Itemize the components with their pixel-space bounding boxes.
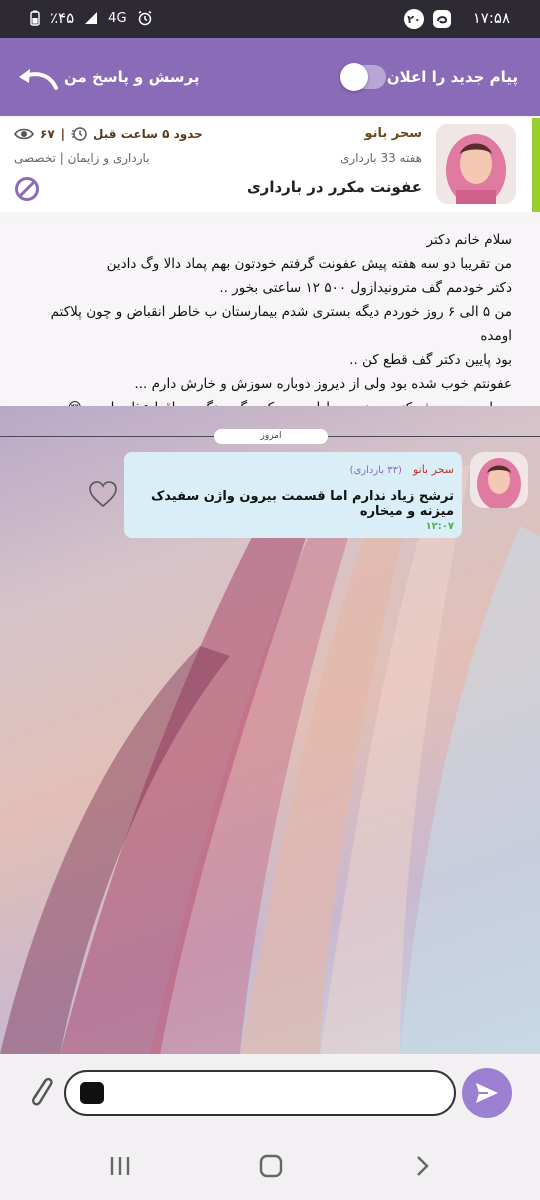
message-bubble[interactable]: سحر بانو (۳۳ بارداری) ترشح زیاد ندارم ام… [124, 452, 462, 538]
message-text: ترشح زیاد ندارم اما قسمت بیرون واژن سفید… [150, 489, 454, 519]
clock-time: ۱۷:۵۸ [472, 9, 510, 27]
chat-area[interactable]: امروز سحر بانو (۳۳ بارداری) ترشح زیاد ند… [0, 406, 540, 1054]
network-type: 4G [108, 10, 127, 26]
paperclip-icon[interactable] [26, 1072, 56, 1112]
block-icon[interactable] [14, 176, 40, 202]
question-card[interactable]: سحر بانو هفته 33 بارداری عفونت مکرر در ب… [0, 118, 540, 212]
author-week: هفته 33 بارداری [339, 151, 422, 165]
status-bar: ٪۴۵ 4G ۲۰ ۱۷:۵۸ [0, 0, 540, 38]
heart-icon[interactable] [88, 480, 118, 508]
sender-avatar[interactable] [470, 452, 528, 508]
recent-apps-icon[interactable] [108, 1154, 132, 1178]
home-icon[interactable] [258, 1154, 284, 1178]
message-sender-week: (۳۳ بارداری) [349, 465, 402, 476]
body-line: من تقریبا دو سه هفته پیش عفونت گرفتم خود… [106, 256, 512, 272]
top-app-bar: پیام جدید را اعلان کن پرسش و پاسخ من [0, 38, 540, 116]
question-meta: ۶۷ | حدود ۵ ساعت قبل [14, 126, 203, 142]
meta-separator: | [60, 127, 66, 141]
message-time: ۱۲:۰۷ [425, 521, 454, 532]
emoji-icon[interactable] [80, 1082, 104, 1104]
back-arrow-icon[interactable] [16, 66, 58, 92]
time-ago: حدود ۵ ساعت قبل [93, 127, 203, 141]
system-nav-bar [0, 1134, 540, 1200]
body-line: بود پایین دکتر گف قطع کن .. [349, 352, 512, 368]
message-sender: سحر بانو [412, 463, 454, 476]
body-line: عفونتم خوب شده بود ولی از دیروز دوباره س… [134, 376, 512, 392]
send-button[interactable] [462, 1068, 512, 1118]
date-label: امروز [214, 429, 328, 444]
notification-count-badge: ۲۰ [404, 9, 424, 29]
question-title: عفونت مکرر در بارداری [246, 178, 422, 196]
back-icon[interactable] [412, 1154, 432, 1178]
app-notification-icon [433, 10, 451, 28]
signal-icon [85, 12, 98, 24]
body-line: من ۵ الی ۶ روز خوردم دیگه بستری شدم بیما… [50, 304, 512, 344]
body-line: سلام خانم دکتر [426, 232, 512, 248]
message-input[interactable] [64, 1070, 456, 1116]
toggle-knob [340, 63, 368, 91]
author-avatar[interactable] [436, 124, 516, 204]
composer-bar [0, 1054, 540, 1134]
question-category: بارداری و زایمان | تخصصی [14, 151, 150, 165]
status-left-icons: ٪۴۵ 4G [30, 9, 153, 27]
clock-icon [71, 127, 87, 141]
my-qa-label[interactable]: پرسش و پاسخ من [64, 68, 200, 86]
author-name[interactable]: سحر بانو [364, 126, 422, 141]
eye-icon [14, 128, 34, 140]
battery-icon [30, 10, 40, 26]
alarm-icon [138, 10, 151, 26]
question-body: سلام خانم دکتر من تقریبا دو سه هفته پیش … [0, 220, 540, 416]
view-count: ۶۷ [40, 127, 55, 141]
body-line: دکتر خودمم گف مترونیدازول ۵۰۰ ۱۲ ساعتی ب… [219, 280, 512, 296]
send-icon [476, 1083, 498, 1103]
status-right-icons: ۲۰ [404, 9, 452, 29]
notify-toggle[interactable] [340, 63, 386, 91]
battery-percent: ٪۴۵ [50, 9, 75, 27]
